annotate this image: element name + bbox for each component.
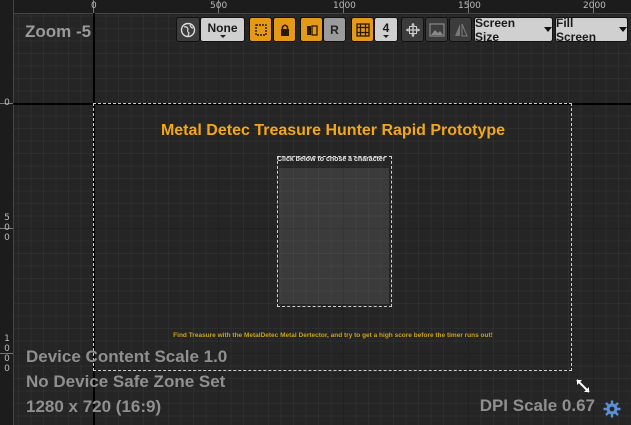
character-select-label[interactable]: Click below to chose a character [277, 156, 392, 163]
character-select-box[interactable] [279, 168, 389, 304]
screen-size-dropdown[interactable]: Screen Size [474, 15, 553, 44]
transform-mode-button[interactable] [300, 17, 323, 42]
culture-dropdown[interactable]: None [200, 17, 245, 42]
gear-icon[interactable] [603, 400, 621, 418]
chevron-down-icon [544, 27, 552, 32]
culture-value: None [207, 20, 238, 35]
top-ruler[interactable]: 0 500 1000 1500 2000 [0, 0, 631, 14]
grid-snap-value-dropdown[interactable]: 4 [374, 17, 398, 42]
screen-size-label: Screen Size [475, 15, 516, 44]
chevron-down-icon [619, 27, 627, 32]
lock-icon [280, 24, 289, 36]
fill-screen-dropdown[interactable]: Fill Screen [555, 15, 628, 44]
ruler-label-1000: 1000 [333, 1, 356, 11]
zoom-label: Zoom -5 [25, 22, 92, 41]
chevron-down-icon [219, 34, 226, 38]
grid-snap-value: 4 [382, 20, 390, 35]
grid-icon [355, 22, 370, 37]
flip-preview-button[interactable] [449, 17, 472, 42]
resize-handle-icon[interactable] [574, 377, 592, 395]
resolution-label: 1280 x 720 (16:9) [26, 397, 162, 416]
pan-mode-button[interactable] [401, 17, 424, 42]
safe-zone-label: No Device Safe Zone Set [26, 372, 226, 391]
grid-snap-toggle[interactable] [351, 17, 374, 42]
respect-locks-toggle[interactable] [249, 17, 272, 42]
ruler-label-0: 0 [91, 1, 97, 11]
ruler-label-1500: 1500 [458, 1, 481, 11]
ruler-label-1000: 1 0 0 0 [4, 334, 10, 374]
instructions-text[interactable]: Find Treasure with the MetalDetec Metal … [93, 332, 573, 339]
ruler-label-0: 0 [4, 98, 10, 108]
left-ruler[interactable]: 0 5 0 0 1 0 0 0 [0, 0, 14, 425]
device-content-scale-label: Device Content Scale 1.0 [26, 347, 228, 366]
ruler-label-2000: 2000 [583, 1, 606, 11]
designer-canvas-viewport[interactable]: 0 500 1000 1500 2000 0 5 0 0 1 0 0 0 Zoo… [0, 0, 631, 425]
render-transform-button[interactable]: R [323, 17, 346, 42]
layout-transform-icon [306, 24, 318, 36]
background-image-button[interactable] [425, 17, 448, 42]
ruler-label-500: 500 [210, 1, 228, 11]
fill-screen-label: Fill Screen [556, 15, 597, 44]
move-arrows-icon [405, 22, 420, 37]
flip-triangle-icon [454, 23, 468, 37]
dpi-scale-label: DPI Scale 0.67 [479, 396, 595, 415]
canvas-title-text[interactable]: Metal Detec Treasure Hunter Rapid Protot… [93, 122, 573, 140]
select-box-icon [254, 23, 267, 36]
render-transform-label: R [330, 22, 339, 37]
lock-toggle[interactable] [273, 17, 296, 42]
culture-globe-button[interactable] [176, 17, 200, 42]
image-icon [428, 22, 445, 37]
chevron-down-icon [383, 34, 389, 38]
ruler-label-500: 5 0 0 [4, 213, 10, 243]
globe-icon [180, 22, 196, 37]
